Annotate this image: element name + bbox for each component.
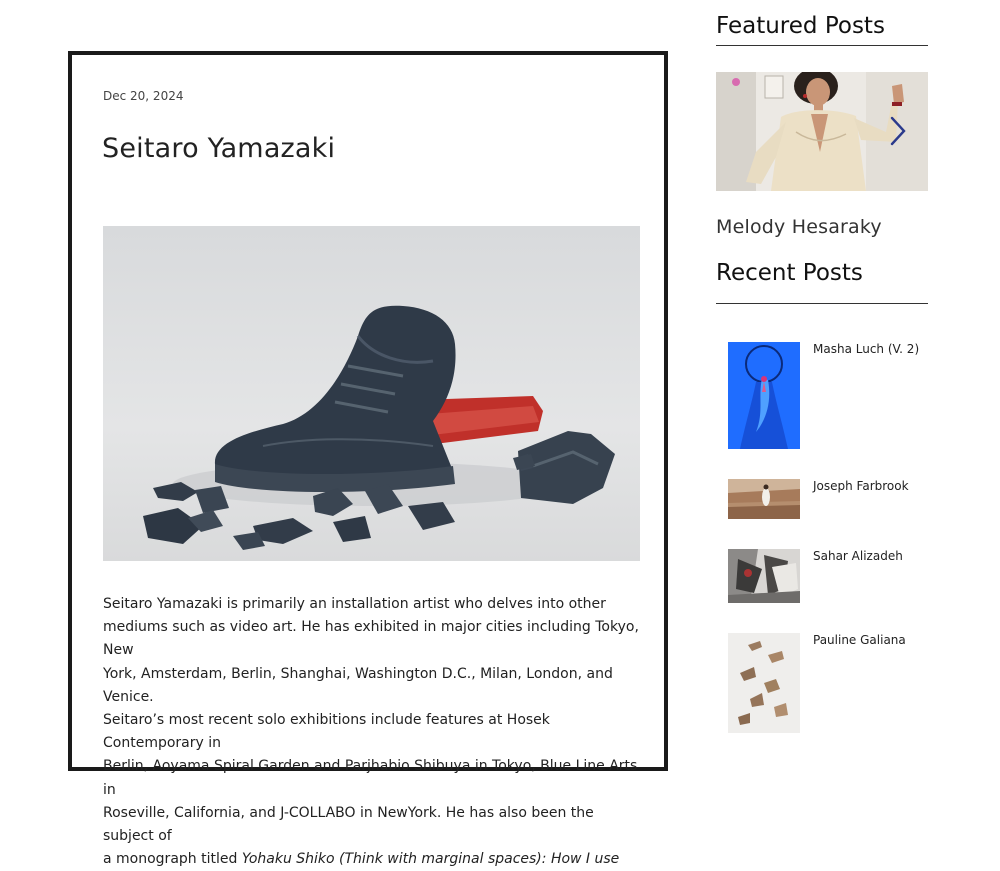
post-body-line: Roseville, California, and J-COLLABO in … [103,804,594,845]
post-hero-image[interactable] [103,226,640,561]
recent-post-title[interactable]: Sahar Alizadeh [813,549,903,563]
recent-post-thumbnail[interactable] [728,549,800,603]
post-title: Seitaro Yamazaki [102,133,336,164]
post-body: Seitaro Yamazaki is primarily an install… [103,593,648,871]
post-body-line: a monograph titled [103,851,242,868]
monochrome-painting-icon [728,549,800,603]
recent-post-thumbnail[interactable] [728,479,800,519]
wall-sculpture-photo-icon [728,633,800,733]
recent-posts-heading: Recent Posts [716,260,863,286]
blue-figure-illustration-icon [728,342,800,449]
post-body-line: Seitaro’s most recent solo exhibitions i… [103,712,550,752]
recent-post-title[interactable]: Joseph Farbrook [813,479,909,493]
post-body-line: Berlin, Aoyama Spiral Garden and Parjhab… [103,758,638,798]
recent-post-thumbnail[interactable] [728,342,800,449]
recent-post-title[interactable]: Pauline Galiana [813,633,906,647]
featured-posts-heading: Featured Posts [716,13,885,39]
recent-post-thumbnail[interactable] [728,633,800,733]
recent-divider [716,303,928,304]
post-date: Dec 20, 2024 [103,89,184,103]
featured-divider [716,45,928,46]
featured-post-title[interactable]: Melody Hesaraky [716,216,882,238]
chevron-right-icon [890,116,906,146]
post-body-line: Seitaro Yamazaki is primarily an install… [103,596,606,612]
desert-figure-photo-icon [728,479,800,519]
carousel-next-button[interactable] [886,116,910,146]
post-body-line: York, Amsterdam, Berlin, Shanghai, Washi… [103,665,613,705]
post-body-line: mediums such as video art. He has exhibi… [103,619,639,659]
monograph-title: Yohaku Shiko (Think with marginal spaces… [241,851,620,868]
recent-post-title[interactable]: Masha Luch (V. 2) [813,342,919,356]
sneaker-sculpture-illustration [143,305,615,550]
